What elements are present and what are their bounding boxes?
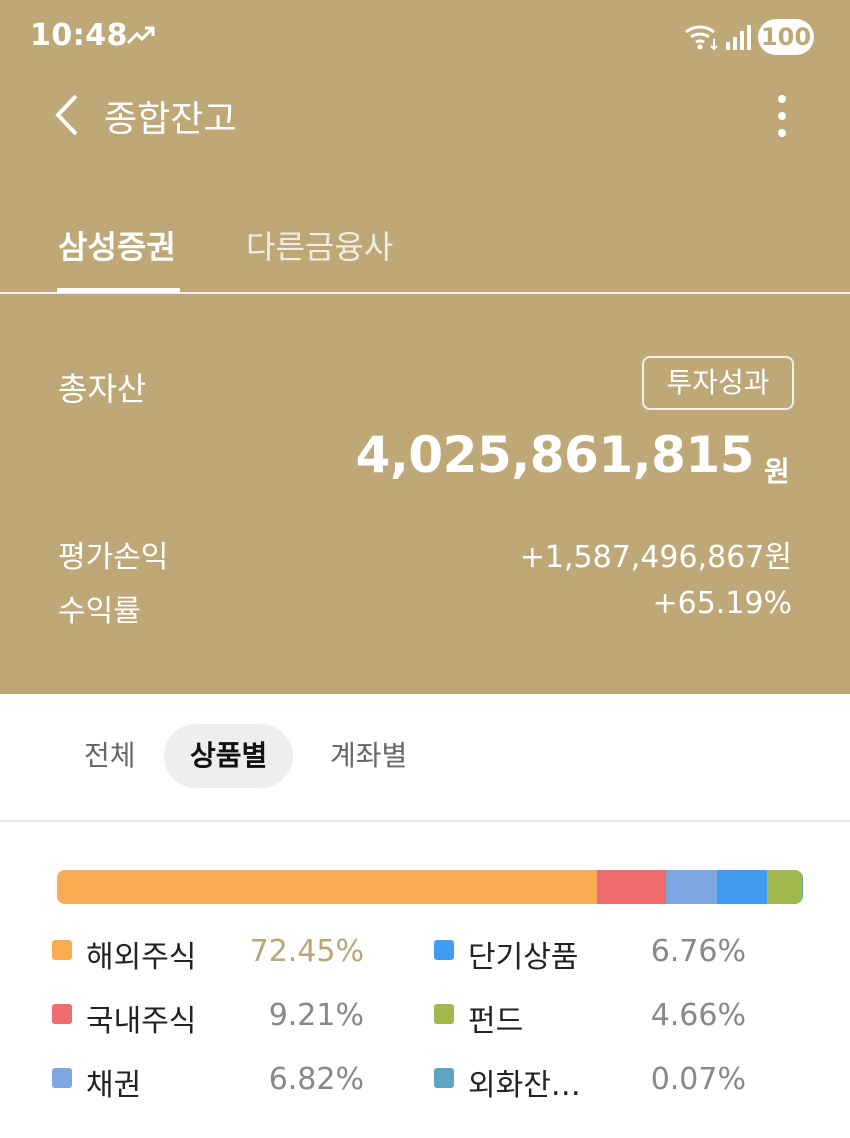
pnl-label: 평가손익: [58, 540, 169, 575]
section-divider: [0, 820, 850, 822]
investment-performance-button[interactable]: 투자성과: [642, 356, 794, 410]
legend-label: 국내주식: [86, 1004, 197, 1039]
legend-label: 외화잔…: [468, 1068, 581, 1103]
summary-header: 10:48 100 종합잔고 삼성증권 다른금융사 총자산 투자성과 4,025…: [0, 0, 850, 694]
legend-color-swatch: [434, 940, 454, 960]
active-tab-indicator: [57, 288, 180, 293]
bar-segment-6: [802, 870, 803, 904]
legend-value: 0.07%: [650, 1062, 746, 1097]
more-options-icon[interactable]: [770, 92, 794, 140]
total-assets-unit: 원: [764, 455, 790, 488]
legend-value: 6.82%: [268, 1062, 364, 1097]
tab-samsung-securities[interactable]: 삼성증권: [58, 222, 176, 268]
tab-other-financial[interactable]: 다른금융사: [246, 222, 393, 268]
legend-color-swatch: [52, 1068, 72, 1088]
return-label: 수익률: [58, 594, 141, 629]
page-title: 종합잔고: [104, 99, 237, 140]
legend-label: 단기상품: [468, 940, 579, 975]
legend-label: 해외주식: [86, 940, 197, 975]
pnl-value: +1,587,496,867원: [519, 540, 792, 575]
legend-color-swatch: [52, 1004, 72, 1024]
legend-color-swatch: [434, 1068, 454, 1088]
filter-by-account[interactable]: 계좌별: [304, 724, 433, 788]
legend-item: 채권 6.82%: [52, 1060, 392, 1103]
bar-segment-3: [666, 870, 718, 904]
bar-segment-4: [717, 870, 768, 904]
bar-segment-2: [597, 870, 667, 904]
legend-label: 채권: [86, 1068, 142, 1103]
trending-up-icon: [126, 26, 155, 45]
legend-item: 외화잔… 0.07%: [434, 1060, 774, 1103]
legend-value: 72.45%: [249, 934, 364, 969]
bar-segment-5: [767, 870, 803, 904]
legend-item: 펀드 4.66%: [434, 996, 774, 1039]
total-assets-label: 총자산: [58, 370, 147, 408]
legend-value: 4.66%: [650, 998, 746, 1033]
legend-color-swatch: [434, 1004, 454, 1024]
return-value: +65.19%: [652, 586, 792, 621]
legend-label: 펀드: [468, 1004, 524, 1039]
bar-segment-1: [57, 870, 598, 904]
legend-item: 단기상품 6.76%: [434, 932, 774, 975]
total-assets-amount: 4,025,861,815: [355, 426, 755, 484]
legend-value: 6.76%: [650, 934, 746, 969]
legend-value: 9.21%: [268, 998, 364, 1033]
legend-item: 국내주식 9.21%: [52, 996, 392, 1039]
legend-item: 해외주식 72.45%: [52, 932, 392, 975]
battery-indicator: 100: [758, 19, 814, 55]
filter-all[interactable]: 전체: [58, 724, 162, 788]
filter-by-product[interactable]: 상품별: [164, 724, 294, 788]
signal-icon: [726, 25, 751, 50]
wifi-icon: [685, 25, 718, 51]
back-arrow-icon[interactable]: [50, 92, 84, 138]
status-time: 10:48: [30, 18, 128, 53]
allocation-stacked-bar: [57, 870, 803, 904]
legend-color-swatch: [52, 940, 72, 960]
